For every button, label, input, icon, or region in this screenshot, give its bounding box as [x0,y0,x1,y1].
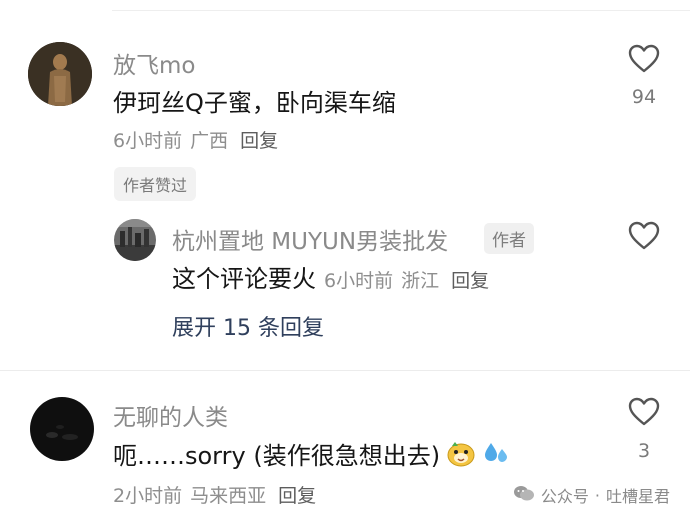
top-divider [112,10,690,11]
like-button[interactable] [627,221,661,251]
comment-page: 放飞mo 伊珂丝Q子蜜，卧向渠车缩 6小时前 广西 回复 作者赞过 94 杭州置地 … [0,0,690,521]
expand-replies-button[interactable]: 展开 15 条回复 [172,310,324,342]
reply-button[interactable]: 回复 [278,485,316,507]
reply-text-line: 这个评论要火 6小时前 浙江 回复 [172,259,489,294]
comment-location: 马来西亚 [190,485,267,507]
avatar[interactable] [30,397,94,461]
emoji-face-icon [446,440,476,474]
avatar-terracotta-warrior [28,42,92,106]
sweat-drops-icon [482,441,510,473]
comment-divider [0,370,690,371]
wechat-icon [513,484,535,506]
comment-time: 6小时前 [113,130,183,152]
avatar-dark [30,397,94,461]
avatar[interactable] [114,219,156,261]
comment-meta: 2小时前 马来西亚 回复 [113,481,316,508]
comment-time: 2小时前 [113,485,183,507]
comment-location: 广西 [190,130,229,152]
reply-username[interactable]: 杭州置地 MUYUN男装批发 [172,222,448,256]
comment-text: 呃……sorry (装作很急想出去) [113,442,441,470]
author-liked-badge: 作者赞过 [114,167,197,201]
heart-icon [628,397,660,426]
comment-username[interactable]: 放飞mo [113,46,195,80]
like-count: 94 [631,86,657,108]
author-tag: 作者 [484,223,534,254]
heart-icon [628,44,660,73]
watermark-platform: 公众号 [540,487,589,506]
reply-button[interactable]: 回复 [451,270,489,292]
reply-text: 这个评论要火 [172,265,316,293]
comment-text-line: 呃……sorry (装作很急想出去) [113,436,510,474]
watermark-separator: · [594,485,600,505]
reply-time: 6小时前 [324,270,394,292]
comment-meta: 6小时前 广西 回复 [113,126,278,153]
reply-button[interactable]: 回复 [240,130,278,152]
like-button[interactable] [627,397,661,427]
watermark: 公众号 · 吐槽星君 [513,483,670,507]
heart-icon [628,221,660,250]
like-count: 3 [637,440,651,462]
reply-location: 浙江 [401,270,440,292]
comment-username[interactable]: 无聊的人类 [113,398,228,432]
avatar-cityscape [114,219,156,261]
watermark-account: 吐槽星君 [605,487,670,506]
like-button[interactable] [627,44,661,74]
avatar[interactable] [28,42,92,106]
comment-text: 伊珂丝Q子蜜，卧向渠车缩 [113,89,396,117]
